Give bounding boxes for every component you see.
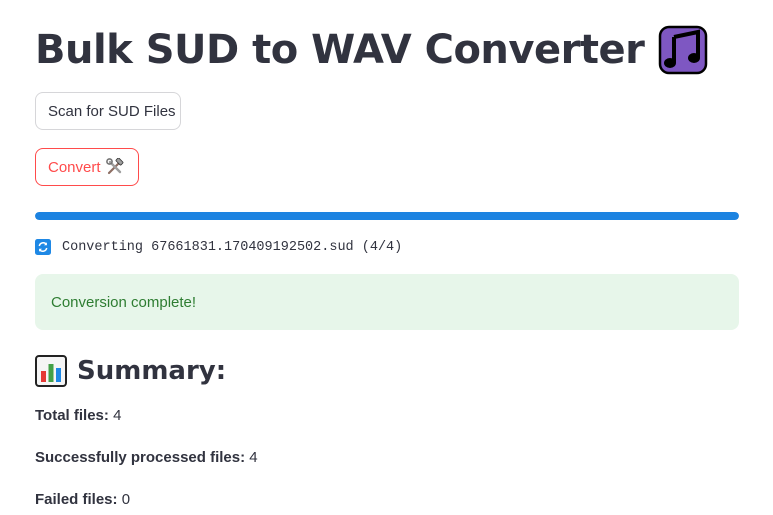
success-alert: Conversion complete! (35, 274, 739, 330)
failed-files-stat: Failed files: 0 (35, 490, 130, 510)
hammer-and-wrench-icon (105, 158, 123, 175)
summary-heading: Summary: (35, 352, 226, 390)
success-files-stat: Successfully processed files: 4 (35, 448, 258, 468)
summary-heading-text: Summary: (77, 356, 227, 386)
failed-files-value: 0 (121, 491, 131, 508)
status-text: Converting 67661831.170409192502.sud (4/… (62, 239, 403, 255)
convert-button[interactable]: Convert (35, 148, 139, 186)
convert-button-label: Convert (48, 158, 101, 176)
success-files-label: Successfully processed files: (35, 449, 246, 466)
success-alert-message: Conversion complete! (51, 293, 197, 311)
progress-bar-fill (35, 212, 739, 220)
total-files-value: 4 (113, 407, 122, 424)
progress-bar (35, 212, 739, 220)
scan-button[interactable]: Scan for SUD Files (35, 92, 181, 130)
success-files-value: 4 (249, 449, 258, 466)
page-title-text: Bulk SUD to WAV Converter (35, 27, 645, 73)
status-line: Converting 67661831.170409192502.sud (4/… (35, 237, 402, 257)
musical-notes-icon (659, 25, 708, 75)
total-files-label: Total files: (35, 407, 109, 424)
total-files-stat: Total files: 4 (35, 406, 121, 426)
refresh-icon (35, 239, 51, 255)
scan-button-label: Scan for SUD Files (48, 102, 176, 120)
app-page: Bulk SUD to WAV Converter Scan for SUD F… (0, 0, 773, 515)
failed-files-label: Failed files: (35, 491, 118, 508)
page-title: Bulk SUD to WAV Converter (35, 22, 708, 78)
bar-chart-icon (35, 355, 67, 387)
